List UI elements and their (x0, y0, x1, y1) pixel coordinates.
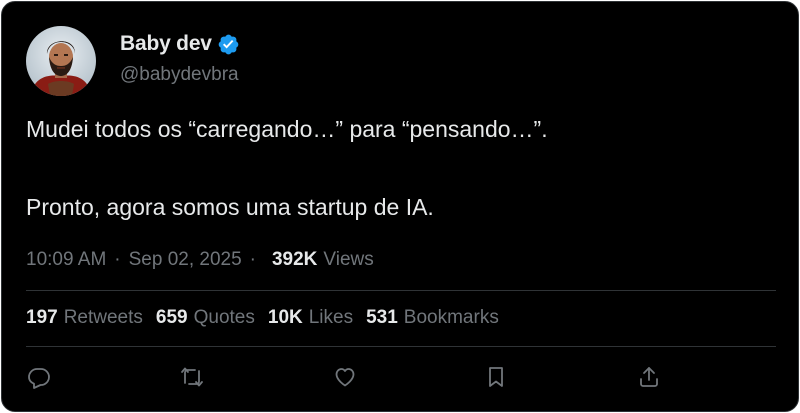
avatar-spartan-warrior-icon (26, 26, 96, 96)
like-heart-icon (335, 368, 355, 387)
stat-count: 659 (155, 307, 188, 328)
meta-separator: · (114, 249, 121, 270)
stat-label: Likes (308, 307, 354, 328)
display-name[interactable]: Baby dev (120, 32, 212, 56)
stat-label: Bookmarks (403, 307, 499, 328)
stat-count: 531 (366, 307, 398, 328)
tweet-time[interactable]: 10:09 AM (26, 249, 106, 271)
verified-badge-icon[interactable] (217, 33, 240, 56)
tweet-meta: 10:09 AM · Sep 02, 2025 · 392K Views (26, 247, 374, 273)
avatar[interactable] (26, 26, 96, 96)
meta-separator: · (249, 249, 256, 270)
stat-bookmarks[interactable]: 531 Bookmarks (366, 307, 499, 329)
tweet-date[interactable]: Sep 02, 2025 (129, 249, 242, 271)
like-button[interactable] (330, 362, 360, 392)
author-info: Baby dev @babydevbra (120, 26, 240, 86)
tweet-text: Mudei todos os “carregando…” para “pensa… (26, 116, 548, 220)
stat-count: 197 (26, 307, 58, 328)
stat-retweets[interactable]: 197 Retweets (26, 307, 143, 329)
display-name-row: Baby dev (120, 31, 240, 57)
divider (26, 290, 776, 291)
retweet-button[interactable] (177, 362, 207, 392)
views-label: Views (323, 249, 374, 270)
tweet-card: Baby dev @babydevbra Mudei todos os “car… (1, 1, 799, 412)
retweet-icon (181, 367, 203, 387)
engagement-stats: 197 Retweets 659 Quotes 10K Likes 531 Bookma… (26, 305, 512, 331)
action-bar (2, 362, 798, 392)
stat-likes[interactable]: 10K Likes (268, 307, 353, 329)
author-handle[interactable]: @babydevbra (120, 64, 240, 86)
reply-button[interactable] (24, 362, 54, 392)
stat-label: Quotes (193, 307, 255, 328)
stat-label: Retweets (63, 307, 143, 328)
divider (26, 346, 776, 347)
reply-icon (28, 368, 50, 389)
stat-quotes[interactable]: 659 Quotes (156, 307, 255, 329)
stat-count: 10K (267, 307, 303, 328)
share-icon (640, 367, 658, 387)
views-count[interactable]: 392K (272, 249, 317, 271)
bookmark-button[interactable] (481, 362, 511, 392)
share-button[interactable] (634, 362, 664, 392)
tweet-header: Baby dev @babydevbra (26, 26, 240, 96)
bookmark-icon (489, 367, 503, 387)
